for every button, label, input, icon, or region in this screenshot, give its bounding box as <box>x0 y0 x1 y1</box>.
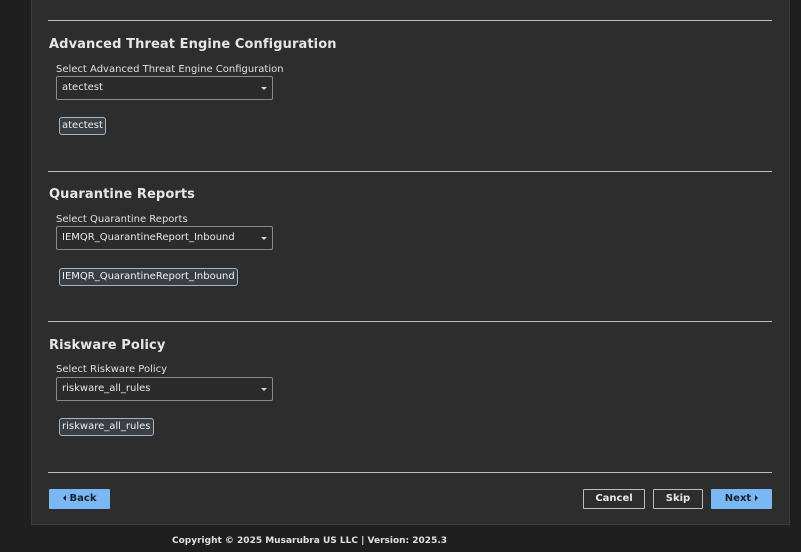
select-value: atectest <box>62 82 103 93</box>
field-label-quarantine-reports: Select Quarantine Reports <box>56 214 188 225</box>
select-quarantine-reports[interactable]: IEMQR_QuarantineReport_Inbound <box>56 226 273 250</box>
select-value: riskware_all_rules <box>62 383 151 394</box>
selected-tag-riskware-policy[interactable]: riskware_all_rules <box>59 418 154 436</box>
section-divider <box>48 20 772 21</box>
field-label-advanced-threat-engine: Select Advanced Threat Engine Configurat… <box>56 64 284 75</box>
back-button[interactable]: Back <box>49 489 110 509</box>
section-title-riskware-policy: Riskware Policy <box>49 338 166 353</box>
skip-button[interactable]: Skip <box>653 489 703 509</box>
select-value: IEMQR_QuarantineReport_Inbound <box>62 232 235 243</box>
next-button[interactable]: Next <box>711 489 772 509</box>
section-title-quarantine-reports: Quarantine Reports <box>49 187 196 202</box>
selected-tag-quarantine-reports[interactable]: IEMQR_QuarantineReport_Inbound <box>59 268 238 286</box>
triangle-left-icon <box>62 495 66 501</box>
back-button-label: Back <box>69 493 97 504</box>
select-advanced-threat-engine[interactable]: atectest <box>56 76 273 100</box>
section-divider <box>48 171 772 172</box>
triangle-right-icon <box>755 495 759 501</box>
cancel-button[interactable]: Cancel <box>583 489 645 509</box>
field-label-riskware-policy: Select Riskware Policy <box>56 364 168 375</box>
selected-tag-advanced-threat-engine[interactable]: atectest <box>59 117 106 135</box>
section-divider <box>48 321 772 322</box>
select-riskware-policy[interactable]: riskware_all_rules <box>56 377 273 401</box>
caret-down-icon <box>261 237 267 240</box>
caret-down-icon <box>261 388 267 391</box>
caret-down-icon <box>261 87 267 90</box>
section-title-advanced-threat-engine: Advanced Threat Engine Configuration <box>49 37 337 52</box>
section-divider <box>48 472 772 473</box>
footer-copyright: Copyright © 2025 Musarubra US LLC | Vers… <box>172 536 448 546</box>
next-button-label: Next <box>724 493 752 504</box>
